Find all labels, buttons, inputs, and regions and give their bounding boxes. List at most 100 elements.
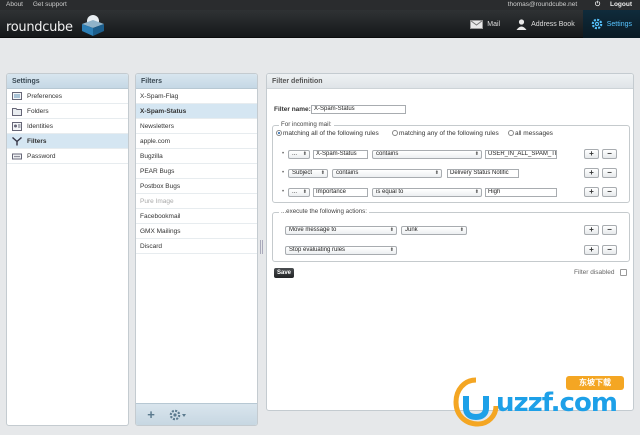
rule-header-input[interactable]: X-Spam-Status: [313, 150, 368, 159]
rule-header-input[interactable]: Importance: [313, 188, 368, 197]
dropdown-arrow-icon: ⬍: [434, 170, 439, 176]
filters-panel: Filters X-Spam-Flag X-Spam-Status Newsle…: [135, 73, 258, 426]
key-icon: [12, 153, 22, 159]
rule-bullet: •: [282, 170, 285, 176]
watermark-logo-icon: [453, 377, 499, 427]
preferences-icon: [12, 91, 22, 100]
watermark-text: uzzf.com: [496, 388, 618, 418]
gear-menu-icon: [169, 409, 186, 421]
settings-item-filters[interactable]: Filters: [7, 134, 128, 149]
dropdown-arrow-icon: ⬍: [389, 227, 394, 233]
definition-title: Filter definition: [267, 74, 633, 89]
rule-operator-select[interactable]: contains ⬍: [372, 150, 482, 159]
add-rule-button[interactable]: +: [584, 149, 599, 159]
filter-icon: [12, 136, 22, 145]
radio-button[interactable]: [392, 130, 398, 136]
filter-row[interactable]: apple.com: [136, 134, 257, 149]
filter-row[interactable]: X-Spam-Flag: [136, 89, 257, 104]
remove-rule-button[interactable]: −: [602, 168, 617, 178]
identity-icon: [12, 121, 22, 131]
filters-footer: +: [136, 403, 257, 425]
rule-header-select[interactable]: ... ⬍: [288, 150, 310, 159]
remove-rule-button[interactable]: −: [602, 187, 617, 197]
mail-icon: [470, 19, 484, 29]
action-select[interactable]: Move message to ⬍: [285, 226, 397, 235]
rule-bullet: •: [282, 151, 285, 157]
filter-disabled-checkbox[interactable]: [620, 269, 627, 276]
address-book-icon: [516, 18, 527, 30]
dropdown-arrow-icon: ⬍: [459, 227, 464, 233]
all-messages-option[interactable]: all messages: [508, 130, 553, 137]
nav-settings[interactable]: Settings: [582, 10, 640, 38]
filter-actions-menu-button[interactable]: [168, 408, 188, 422]
settings-item-folders[interactable]: Folders: [7, 104, 128, 119]
save-button[interactable]: Save: [274, 268, 294, 278]
rule-operator-select[interactable]: contains ⬍: [332, 169, 442, 178]
settings-item-password[interactable]: Password: [7, 149, 128, 164]
rule-value-input[interactable]: Delivery Status Notific: [447, 169, 519, 178]
rule-header-select[interactable]: ... ⬍: [288, 188, 310, 197]
filter-row[interactable]: Newsletters: [136, 119, 257, 134]
main-nav: Mail Address Book Settings: [462, 10, 640, 38]
action-target-select[interactable]: Junk ⬍: [401, 226, 467, 235]
settings-title: Settings: [7, 74, 128, 89]
dropdown-arrow-icon: ⬍: [302, 151, 307, 157]
filter-name-input[interactable]: X-Spam-Status: [311, 105, 406, 114]
support-link[interactable]: Get support: [33, 1, 67, 8]
match-all-option[interactable]: matching all of the following rules: [276, 130, 379, 137]
logout-button[interactable]: ⏻ Logout: [587, 1, 632, 8]
nav-address-book[interactable]: Address Book: [508, 10, 583, 38]
settings-panel: Settings Preferences Folders Identities …: [6, 73, 129, 426]
add-action-button[interactable]: +: [584, 245, 599, 255]
actions-fieldset: ...execute the following actions: Move m…: [272, 208, 630, 262]
remove-action-button[interactable]: −: [602, 245, 617, 255]
rule-value-input[interactable]: High: [485, 188, 557, 197]
rule-value-input[interactable]: USER_IN_ALL_SPAM_TI: [485, 150, 557, 159]
dropdown-arrow-icon: ⬍: [302, 189, 307, 195]
filter-definition-panel: Filter definition Filter name: X-Spam-St…: [266, 73, 634, 411]
dropdown-arrow-icon: ⬍: [320, 170, 325, 176]
nav-mail[interactable]: Mail: [462, 10, 508, 38]
logo-text: roundcube: [6, 20, 73, 35]
filter-row[interactable]: X-Spam-Status: [136, 104, 257, 119]
filter-row[interactable]: GMX Mailings: [136, 224, 257, 239]
radio-button[interactable]: [276, 130, 282, 136]
panel-splitter[interactable]: [260, 240, 263, 254]
action-select[interactable]: Stop evaluating rules ⬍: [285, 246, 397, 255]
dropdown-arrow-icon: ⬍: [389, 247, 394, 253]
add-rule-button[interactable]: +: [584, 187, 599, 197]
filter-row[interactable]: PEAR Bugs: [136, 164, 257, 179]
settings-item-preferences[interactable]: Preferences: [7, 89, 128, 104]
logout-icon: ⏻: [595, 1, 601, 8]
filters-title: Filters: [136, 74, 257, 89]
dropdown-arrow-icon: ⬍: [474, 151, 479, 157]
incoming-legend: For incoming mail:: [279, 121, 334, 128]
filter-row[interactable]: Pure Image: [136, 194, 257, 209]
add-action-button[interactable]: +: [584, 225, 599, 235]
filter-disabled-label: Filter disabled: [574, 269, 615, 276]
add-rule-button[interactable]: +: [584, 168, 599, 178]
incoming-mail-fieldset: For incoming mail: matching all of the f…: [272, 121, 630, 203]
watermark: uzzf.com 东坡下载: [452, 370, 636, 430]
rule-bullet: •: [282, 189, 285, 195]
plus-icon: +: [147, 407, 155, 422]
filter-name-label: Filter name:: [274, 106, 311, 113]
filter-row[interactable]: Postbox Bugs: [136, 179, 257, 194]
gear-icon: [591, 18, 603, 30]
match-any-option[interactable]: matching any of the following rules: [392, 130, 499, 137]
settings-item-identities[interactable]: Identities: [7, 119, 128, 134]
app-header: roundcube Mail Address Book Settings: [0, 10, 640, 38]
rule-header-select[interactable]: Subject ⬍: [288, 169, 328, 178]
remove-action-button[interactable]: −: [602, 225, 617, 235]
remove-rule-button[interactable]: −: [602, 149, 617, 159]
add-filter-button[interactable]: +: [144, 408, 158, 422]
about-link[interactable]: About: [6, 1, 23, 8]
watermark-tag: 东坡下载: [566, 376, 624, 390]
radio-button[interactable]: [508, 130, 514, 136]
filter-row[interactable]: Discard: [136, 239, 257, 254]
top-bar: About Get support thomas@roundcube.net ⏻…: [0, 0, 640, 10]
filter-row[interactable]: Facebookmail: [136, 209, 257, 224]
filter-row[interactable]: Bugzilla: [136, 149, 257, 164]
rule-operator-select[interactable]: is equal to ⬍: [372, 188, 482, 197]
folder-icon: [12, 107, 22, 116]
